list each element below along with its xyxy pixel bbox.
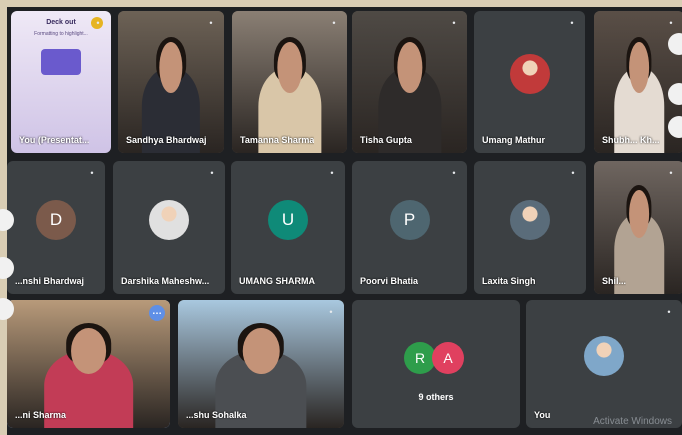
slide-graphic [41,49,81,75]
participant-tile-tamanna[interactable]: Tamanna Sharma • [232,11,347,153]
participant-name: Sandhya Bhardwaj [126,135,207,145]
meeting-grid: Deck out Formatting to highlight... You (P… [7,7,682,435]
participant-tile-sandhya[interactable]: Sandhya Bhardwaj • [118,11,224,153]
mic-off-icon: • [571,168,575,178]
participant-name: UMANG SHARMA [239,276,315,286]
participant-name: Shil... [602,276,627,286]
participant-tile-you-presenting[interactable]: Deck out Formatting to highlight... You (P… [11,11,111,153]
avatar-photo [510,199,550,240]
mic-off-icon: • [570,18,574,28]
participant-name: You [534,410,551,420]
participant-tile-tisha[interactable]: Tisha Gupta • [352,11,467,153]
mic-off-icon: • [90,168,94,178]
slide-subtitle: Formatting to highlight... [34,31,88,37]
participant-tile-others[interactable]: RA9 others [352,300,520,428]
mic-off-icon: • [452,18,456,28]
avatar: D [36,199,76,240]
participant-name: ...nshi Bhardwaj [15,276,85,286]
others-count: 9 others [418,392,454,402]
participant-name: Tisha Gupta [360,135,412,145]
participant-tile-you[interactable]: You • [526,300,682,428]
mic-off-icon: • [96,18,100,28]
mic-off-icon: • [329,307,333,317]
mic-off-icon: • [209,18,213,28]
participant-tile-umang-sharma[interactable]: U UMANG SHARMA • [231,161,345,294]
mic-off-icon: • [330,168,334,178]
participant-tile-shil[interactable]: Shil... • [594,161,682,294]
participant-name: Poorvi Bhatia [360,276,419,286]
participant-name: ...shu Sohalka [186,410,247,420]
mic-off-icon: • [669,18,673,28]
mic-off-icon: • [667,307,671,317]
avatar-photo [584,336,624,376]
person-face [629,190,649,239]
participant-name: Shubh... Kh... [602,135,660,145]
participant-tile-laxita[interactable]: Laxita Singh • [474,161,586,294]
mic-off-icon: • [669,168,673,178]
participant-name: Umang Mathur [482,135,545,145]
person-face [70,328,107,375]
participant-name: Tamanna Sharma [240,135,315,145]
mic-off-icon: • [332,18,336,28]
participant-tile-darshika[interactable]: Darshika Maheshw... • [113,161,225,294]
participant-tile-poorvi[interactable]: P Poorvi Bhatia • [352,161,467,294]
avatar-photo [509,54,550,94]
participant-name: Laxita Singh [482,276,536,286]
participant-tile-umang-mathur[interactable]: Umang Mathur • [474,11,585,153]
participant-name: ...ni Sharma [15,410,67,420]
avatar: P [389,199,430,240]
person-face [242,328,280,375]
person-face [629,42,649,94]
participant-tile-sohalka[interactable]: ...shu Sohalka • [178,300,344,428]
avatar: U [268,199,308,240]
participant-name: You (Presentat... [19,135,90,145]
mic-off-icon: • [210,168,214,178]
more-options-icon[interactable]: … [149,305,165,321]
mic-off-icon: • [452,168,456,178]
participant-tile-teacher[interactable]: ...ni Sharma•… [7,300,170,428]
participant-name: Darshika Maheshw... [121,276,210,286]
avatar-photo [149,199,189,240]
avatar-a: A [432,342,464,374]
participant-tile-bhardwaj[interactable]: D ...nshi Bhardwaj • [7,161,105,294]
activate-windows-watermark: Activate Windows [593,416,672,427]
